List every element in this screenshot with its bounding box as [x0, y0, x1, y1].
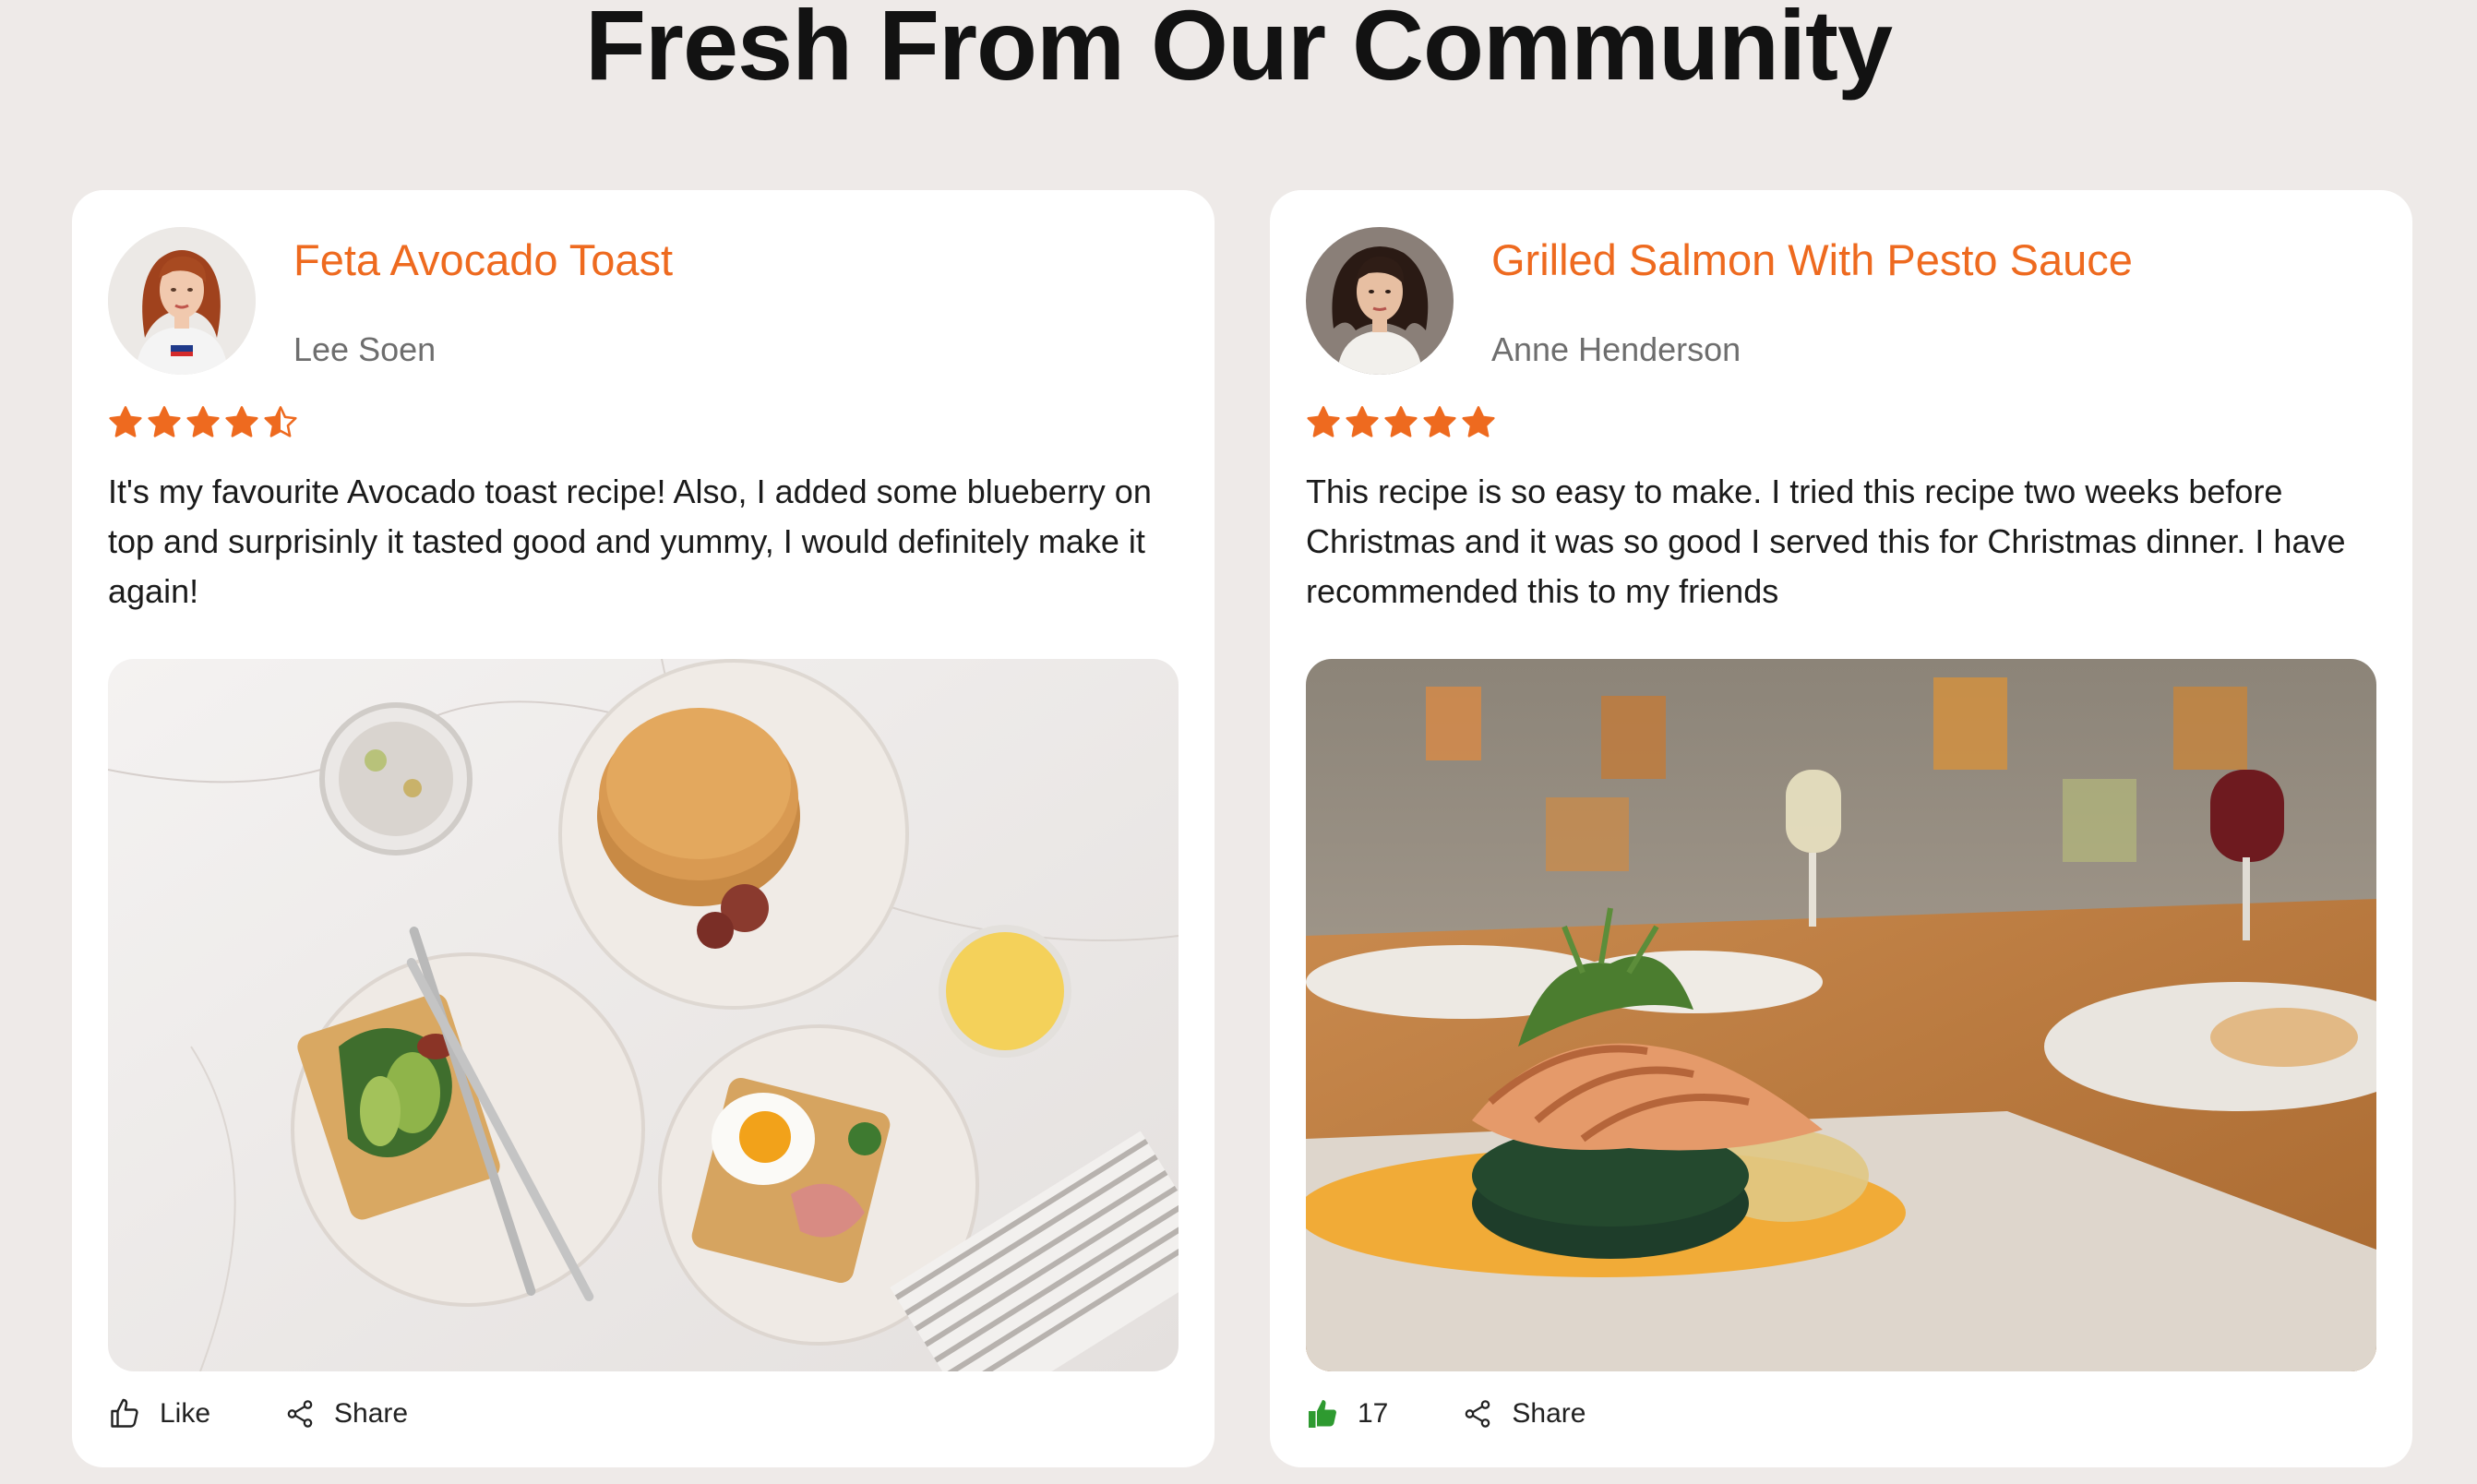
- avatar: [1306, 227, 1454, 375]
- review-text: This recipe is so easy to make. I tried …: [1306, 473, 2346, 610]
- star-full-icon: [186, 406, 220, 437]
- share-button[interactable]: Share: [284, 1398, 408, 1430]
- share-label: Share: [334, 1398, 409, 1429]
- avatar: [108, 227, 256, 375]
- star-full-icon: [1423, 406, 1456, 437]
- share-icon: [1462, 1398, 1493, 1430]
- recipe-photo: [1306, 659, 2376, 1371]
- share-icon: [284, 1398, 316, 1430]
- recipe-title[interactable]: Grilled Salmon With Pesto Sauce: [1491, 234, 2133, 285]
- review-card: Feta Avocado Toast Lee Soen It's my favo…: [72, 190, 1215, 1467]
- share-button[interactable]: Share: [1462, 1398, 1586, 1430]
- like-button[interactable]: 17: [1306, 1397, 1388, 1430]
- card-actions: 17 Share: [1306, 1397, 1586, 1430]
- like-count: 17: [1358, 1398, 1389, 1429]
- recipe-photo: [108, 659, 1179, 1371]
- star-full-icon: [109, 406, 142, 437]
- review-text: It's my favourite Avocado toast recipe! …: [108, 473, 1152, 610]
- star-full-icon: [1462, 406, 1495, 437]
- share-label: Share: [1512, 1398, 1586, 1429]
- star-rating: [108, 405, 298, 440]
- recipe-title[interactable]: Feta Avocado Toast: [293, 234, 673, 285]
- star-full-icon: [1307, 406, 1340, 437]
- review-card: Grilled Salmon With Pesto Sauce Anne Hen…: [1270, 190, 2412, 1467]
- author-name: Lee Soen: [293, 330, 437, 368]
- card-actions: Like Share: [108, 1397, 408, 1430]
- star-full-icon: [148, 406, 181, 437]
- author-name: Anne Henderson: [1491, 330, 1741, 368]
- like-button[interactable]: Like: [108, 1397, 210, 1430]
- star-full-icon: [1384, 406, 1418, 437]
- star-full-icon: [225, 406, 258, 437]
- star-half-icon: [264, 406, 297, 437]
- star-full-icon: [1346, 406, 1379, 437]
- like-label: Like: [160, 1398, 211, 1429]
- thumbs-up-icon: [108, 1397, 141, 1430]
- thumbs-up-icon: [1306, 1397, 1339, 1430]
- page-title: Fresh From Our Community: [584, 0, 1893, 101]
- star-rating: [1306, 405, 1496, 440]
